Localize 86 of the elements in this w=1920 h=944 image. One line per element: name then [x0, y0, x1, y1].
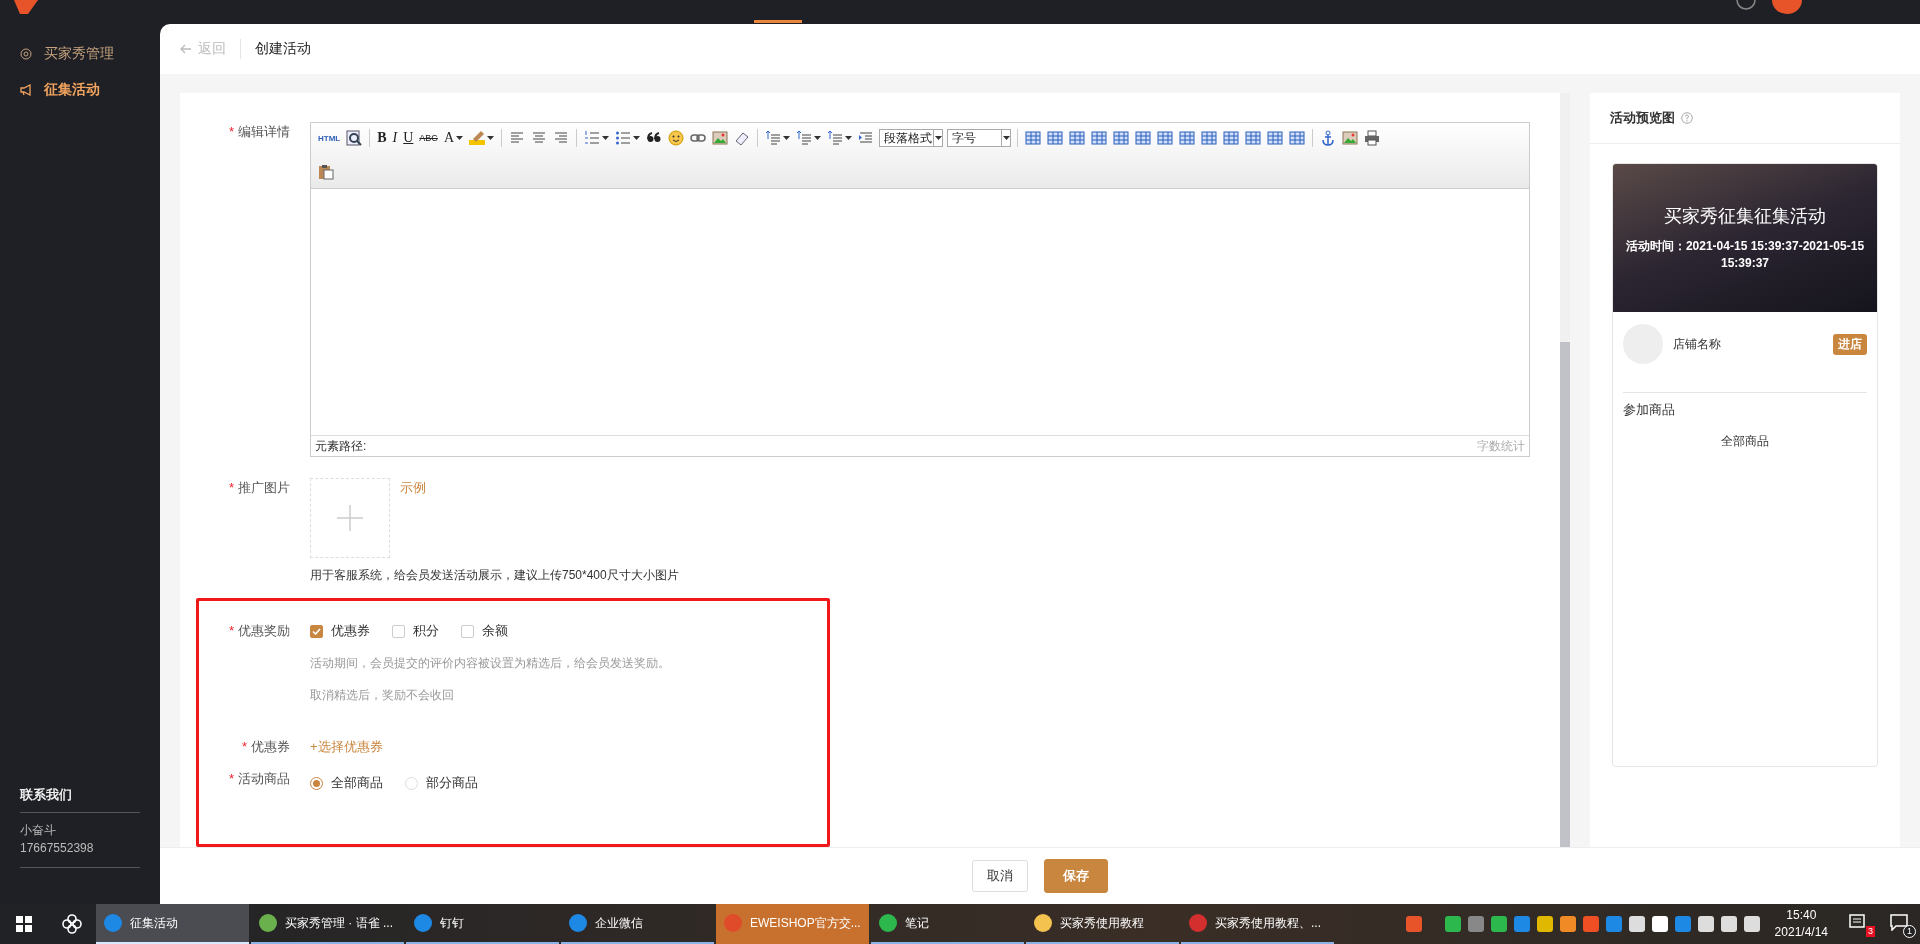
- format-select[interactable]: 段落格式: [879, 129, 943, 147]
- arrow-left-icon: [180, 44, 192, 54]
- megaphone-icon: [20, 84, 32, 96]
- reward-checkbox[interactable]: 余额: [461, 622, 508, 640]
- line-spacing-icon: [827, 130, 843, 146]
- caret-icon: [456, 136, 463, 140]
- tray-icon[interactable]: [1720, 916, 1737, 932]
- plus-icon: [337, 505, 363, 531]
- contact-name: 小奋斗: [20, 822, 57, 839]
- panel-title: 活动预览图: [1610, 109, 1675, 127]
- tray-icon[interactable]: [1628, 916, 1645, 932]
- contact-phone: 17667552398: [20, 839, 140, 868]
- taskbar-item[interactable]: EWEISHOP官方交...: [716, 904, 869, 944]
- caret-icon: [633, 136, 640, 140]
- field-label: * 编辑详情: [227, 123, 290, 141]
- page-title: 创建活动: [254, 40, 311, 58]
- reward-checkbox[interactable]: 积分: [392, 622, 439, 640]
- taskbar-item[interactable]: 笔记: [871, 904, 1024, 944]
- app-icon: [259, 914, 277, 932]
- taskbar-item[interactable]: 钉钉: [406, 904, 559, 944]
- checkbox[interactable]: [461, 624, 474, 638]
- taskbar-item[interactable]: 买家秀使用教程: [1026, 904, 1179, 944]
- reward-checkbox[interactable]: 优惠券: [310, 622, 370, 640]
- app-icon: [724, 914, 742, 932]
- banner-time: 活动时间：2021-04-15 15:39:37-2021-05-15 15:39:37: [1625, 238, 1865, 272]
- logo-icon: [14, 0, 38, 14]
- field-label: * 活动商品: [227, 770, 290, 788]
- goods-radio[interactable]: 部分商品: [405, 774, 478, 792]
- app-icon: [879, 914, 897, 932]
- goods-radio[interactable]: 全部商品: [310, 774, 383, 792]
- taskbar-item[interactable]: 企业微信: [561, 904, 714, 944]
- taskbar-item[interactable]: 买家秀使用教程、...: [1181, 904, 1334, 944]
- goods-title: 参加商品: [1622, 401, 1676, 419]
- checkbox[interactable]: [310, 624, 323, 638]
- tray-icon[interactable]: [1697, 916, 1714, 932]
- highlight-icon: [469, 130, 485, 146]
- caret-icon: [602, 136, 609, 140]
- caret-icon: [1002, 136, 1010, 140]
- format-select[interactable]: 字号: [947, 129, 1011, 147]
- cancel-button[interactable]: 取消: [972, 860, 1028, 892]
- spacing-top-icon: [765, 130, 781, 146]
- ordered-list-icon: [584, 130, 600, 146]
- sidebar-item[interactable]: 买家秀管理: [0, 36, 160, 72]
- caret-icon: [845, 136, 852, 140]
- tray-icon[interactable]: [1743, 916, 1760, 932]
- html-button[interactable]: HTML: [315, 127, 344, 149]
- caret-icon: [487, 136, 494, 140]
- caret-icon: [783, 136, 790, 140]
- caret-icon: [934, 136, 942, 140]
- banner-title: 买家秀征集征集活动: [1664, 205, 1826, 228]
- clock[interactable]: 15:40 2021/4/14: [1774, 907, 1828, 941]
- gear-icon: [20, 48, 32, 60]
- field-label: * 优惠奖励: [227, 622, 290, 640]
- rich-text-editor[interactable]: HTML B I U ABC A 段落格式 字号 元素路径: 字数统计: [310, 122, 1530, 457]
- caret-icon: [814, 136, 821, 140]
- taskbar-item[interactable]: 买家秀管理 · 语雀 ...: [251, 904, 404, 944]
- field-label: * 推广图片: [227, 479, 290, 497]
- app-icon[interactable]: [1405, 916, 1422, 932]
- sidebar-item[interactable]: 征集活动: [0, 72, 160, 108]
- strikethrough-button[interactable]: ABC: [416, 127, 441, 149]
- bold-button[interactable]: B: [374, 127, 390, 149]
- tray-icon[interactable]: [1559, 916, 1576, 932]
- spacing-bottom-icon: [796, 130, 812, 146]
- tray-icon[interactable]: [1536, 916, 1553, 932]
- tray-icon[interactable]: [1651, 916, 1668, 932]
- checkbox[interactable]: [392, 624, 405, 638]
- app-icon: [569, 914, 587, 932]
- bullet-list-icon: [615, 130, 631, 146]
- app-icon: [1034, 914, 1052, 932]
- italic-button[interactable]: I: [389, 127, 401, 149]
- contact-title: 联系我们: [20, 786, 140, 813]
- word-count: 字数统计: [1477, 437, 1525, 455]
- app-icon: [104, 914, 122, 932]
- shop-name: 店铺名称: [1673, 335, 1722, 353]
- upload-hint: 用于客服系统，给会员发送活动展示，建议上传750*400尺寸大小图片: [310, 567, 679, 584]
- taskbar-item[interactable]: 征集活动: [96, 904, 249, 944]
- goods-value: 全部商品: [1720, 433, 1770, 450]
- underline-button[interactable]: U: [400, 127, 417, 149]
- reward-note: 活动期间，会员提交的评价内容被设置为精选后，给会员发送奖励。: [310, 655, 670, 672]
- radio[interactable]: [310, 776, 323, 790]
- font-color-button[interactable]: A: [440, 127, 466, 149]
- field-label: * 优惠券: [240, 738, 290, 756]
- reward-note: 取消精选后，奖励不会收回: [310, 687, 455, 704]
- app-icon: [414, 914, 432, 932]
- element-path: 元素路径:: [315, 437, 367, 455]
- app-icon: [1189, 914, 1207, 932]
